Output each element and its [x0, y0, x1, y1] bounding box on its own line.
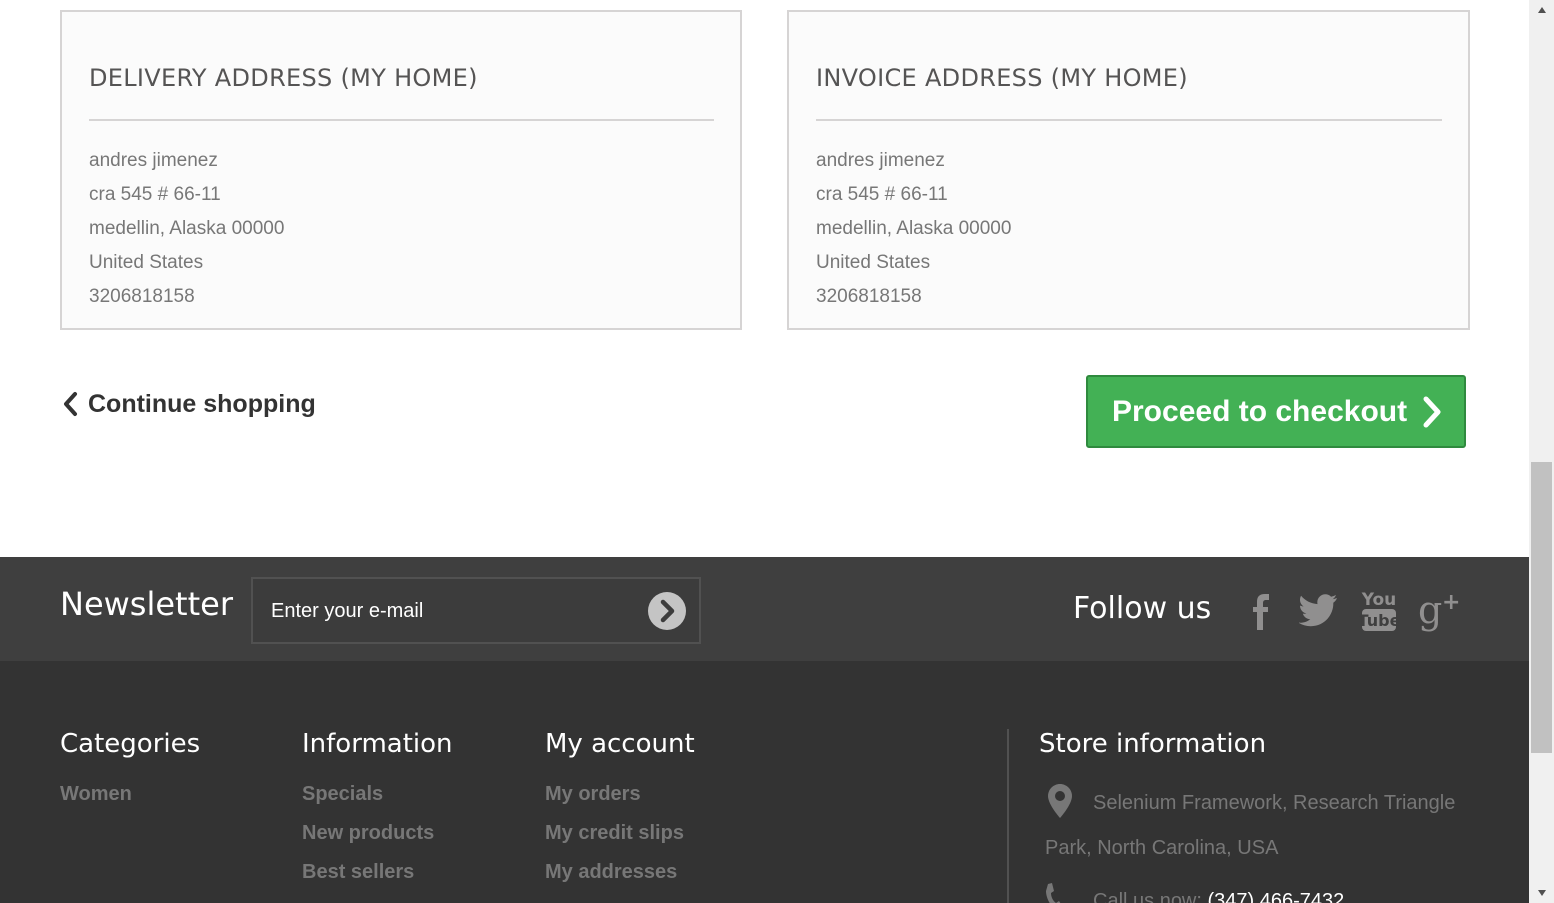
page: DELIVERY ADDRESS (MY HOME) andres jimene… [0, 0, 1529, 903]
follow-us-title: Follow us [1073, 591, 1212, 626]
store-phone-number: (347) 466-7432 [1207, 890, 1345, 903]
invoice-address-title: INVOICE ADDRESS (MY HOME) [816, 64, 1188, 92]
invoice-street: cra 545 # 66-11 [816, 184, 948, 205]
newsletter-title: Newsletter [60, 585, 233, 623]
delivery-phone: 3206818158 [89, 286, 195, 307]
google-plus-icon[interactable]: g + [1416, 587, 1462, 633]
invoice-address-box: INVOICE ADDRESS (MY HOME) andres jimenez… [787, 10, 1470, 330]
proceed-to-checkout-button[interactable]: Proceed to checkout [1086, 375, 1466, 448]
continue-shopping-link[interactable]: Continue shopping [58, 388, 316, 420]
store-phone: Call us now: (347) 466-7432 [1093, 890, 1344, 903]
info-link-best-sellers[interactable]: Best sellers [302, 861, 414, 884]
twitter-icon[interactable] [1296, 587, 1342, 633]
delivery-address-lines: andres jimenez cra 545 # 66-11 medellin,… [89, 144, 284, 314]
account-link-credit-slips[interactable]: My credit slips [545, 822, 684, 845]
invoice-phone: 3206818158 [816, 286, 922, 307]
invoice-country: United States [816, 252, 931, 273]
invoice-name: andres jimenez [816, 150, 945, 171]
category-link-women[interactable]: Women [60, 783, 132, 806]
account-link-addresses[interactable]: My addresses [545, 861, 677, 884]
svg-text:g: g [1418, 588, 1442, 632]
checkout-label: Proceed to checkout [1112, 394, 1408, 428]
scrollbar-thumb[interactable] [1531, 462, 1552, 753]
delivery-city: medellin, Alaska 00000 [89, 218, 285, 239]
youtube-icon[interactable]: You Tube [1356, 587, 1402, 633]
delivery-address-divider [89, 119, 714, 121]
delivery-address-title: DELIVERY ADDRESS (MY HOME) [89, 64, 478, 92]
svg-text:You: You [1361, 590, 1397, 610]
chevron-right-icon [1423, 396, 1441, 427]
info-link-new-products[interactable]: New products [302, 822, 434, 845]
store-address-line-2: Park, North Carolina, USA [1045, 837, 1279, 859]
map-marker-icon [1048, 784, 1072, 818]
delivery-address-box: DELIVERY ADDRESS (MY HOME) andres jimene… [60, 10, 742, 330]
continue-shopping-label: Continue shopping [88, 389, 316, 418]
invoice-address-lines: andres jimenez cra 545 # 66-11 medellin,… [816, 144, 1011, 314]
categories-title: Categories [60, 729, 201, 759]
newsletter-email-input[interactable] [269, 593, 633, 629]
svg-text:Tube: Tube [1359, 611, 1399, 630]
invoice-address-divider [816, 119, 1442, 121]
vertical-scrollbar[interactable] [1529, 0, 1554, 903]
facebook-icon[interactable] [1238, 587, 1284, 633]
my-account-title: My account [545, 729, 695, 759]
footer-column-divider [1007, 729, 1009, 903]
account-link-orders[interactable]: My orders [545, 783, 641, 806]
invoice-city: medellin, Alaska 00000 [816, 218, 1012, 239]
svg-text:+: + [1442, 590, 1460, 615]
information-title: Information [302, 729, 453, 759]
store-information-title: Store information [1039, 729, 1267, 759]
phone-icon [1046, 883, 1061, 903]
delivery-country: United States [89, 252, 204, 273]
info-link-specials[interactable]: Specials [302, 783, 383, 806]
scroll-down-arrow-icon[interactable] [1529, 883, 1554, 903]
newsletter-field [251, 577, 701, 644]
footer-links-area: Categories Women Information Specials Ne… [0, 661, 1529, 903]
arrow-circle-right-icon[interactable] [647, 591, 687, 631]
delivery-street: cra 545 # 66-11 [89, 184, 221, 205]
scroll-up-arrow-icon[interactable] [1529, 0, 1554, 20]
store-phone-label: Call us now: [1093, 890, 1202, 903]
store-address-line-1: Selenium Framework, Research Triangle [1093, 792, 1456, 814]
footer-newsletter-bar: Newsletter Follow us You Tube [0, 557, 1529, 661]
delivery-name: andres jimenez [89, 150, 218, 171]
chevron-left-icon [64, 392, 77, 416]
